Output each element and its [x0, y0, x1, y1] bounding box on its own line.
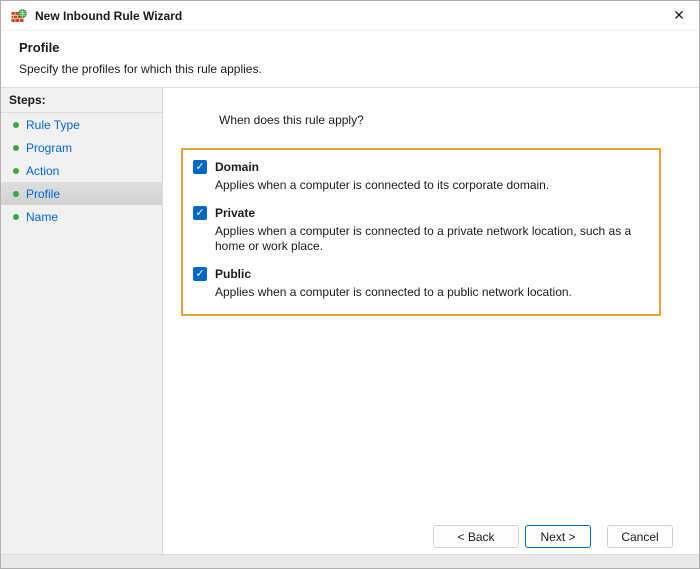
wizard-window: { "window": { "title": "New Inbound Rule… [0, 0, 700, 569]
sidebar-item-label: Action [26, 163, 60, 178]
sidebar-item-label: Profile [26, 186, 61, 201]
public-description: Applies when a computer is connected to … [215, 284, 572, 299]
page-subtitle: Specify the profiles for which this rule… [19, 62, 262, 76]
profile-row-public: ✓ Public Applies when a computer is conn… [193, 266, 645, 301]
sidebar-item-program[interactable]: Program [1, 136, 162, 159]
sidebar-item-name[interactable]: Name [1, 205, 162, 228]
highlight-annotation-box: ✓ Domain Applies when a computer is conn… [181, 148, 661, 317]
step-bullet-icon [13, 190, 19, 197]
sidebar-item-label: Rule Type [26, 117, 80, 132]
title-bar: New Inbound Rule Wizard ✕ [1, 1, 699, 31]
check-icon: ✓ [195, 161, 205, 173]
sidebar-item-profile[interactable]: Profile [1, 182, 162, 205]
page-header: Profile Specify the profiles for which t… [1, 31, 699, 88]
private-checkbox[interactable]: ✓ [193, 205, 207, 220]
window-title: New Inbound Rule Wizard [35, 8, 183, 23]
profile-row-private: ✓ Private Applies when a computer is con… [193, 205, 645, 255]
profile-head: ✓ Public [193, 266, 645, 281]
cancel-button[interactable]: Cancel [607, 525, 673, 548]
sidebar-item-label: Name [26, 209, 59, 224]
firewall-wizard-icon [11, 8, 27, 24]
profile-head: ✓ Private [193, 205, 645, 220]
public-checkbox[interactable]: ✓ [193, 266, 207, 281]
steps-sidebar: Steps: Rule Type Program Action Profile … [1, 88, 163, 554]
footer-buttons: < Back Next > Cancel [433, 525, 673, 548]
step-bullet-icon [13, 167, 19, 174]
sidebar-item-action[interactable]: Action [1, 159, 162, 182]
domain-description: Applies when a computer is connected to … [215, 178, 550, 192]
next-button[interactable]: Next > [525, 525, 591, 548]
back-button[interactable]: < Back [433, 525, 519, 548]
main-pane: When does this rule apply? ✓ Domain Appl… [163, 88, 699, 554]
domain-checkbox[interactable]: ✓ [193, 160, 207, 174]
profile-row-domain: ✓ Domain Applies when a computer is conn… [193, 160, 645, 194]
step-bullet-icon [13, 213, 19, 220]
sidebar-item-label: Program [26, 140, 73, 155]
close-icon: ✕ [673, 7, 685, 23]
question-text: When does this rule apply? [219, 113, 364, 127]
page-title: Profile [19, 40, 60, 55]
close-button[interactable]: ✕ [659, 1, 699, 31]
domain-checkbox-label[interactable]: Domain [215, 160, 259, 174]
check-icon: ✓ [195, 267, 205, 280]
private-description: Applies when a computer is connected to … [215, 223, 632, 254]
content-area: Steps: Rule Type Program Action Profile … [1, 88, 699, 554]
check-icon: ✓ [195, 206, 205, 219]
step-bullet-icon [13, 144, 19, 151]
sidebar-item-rule-type[interactable]: Rule Type [1, 113, 162, 136]
public-checkbox-label[interactable]: Public [215, 267, 251, 281]
window-bottom-strip [1, 554, 699, 568]
private-checkbox-label[interactable]: Private [215, 206, 255, 220]
steps-heading: Steps: [1, 88, 162, 113]
profile-head: ✓ Domain [193, 160, 645, 174]
step-bullet-icon [13, 121, 19, 128]
